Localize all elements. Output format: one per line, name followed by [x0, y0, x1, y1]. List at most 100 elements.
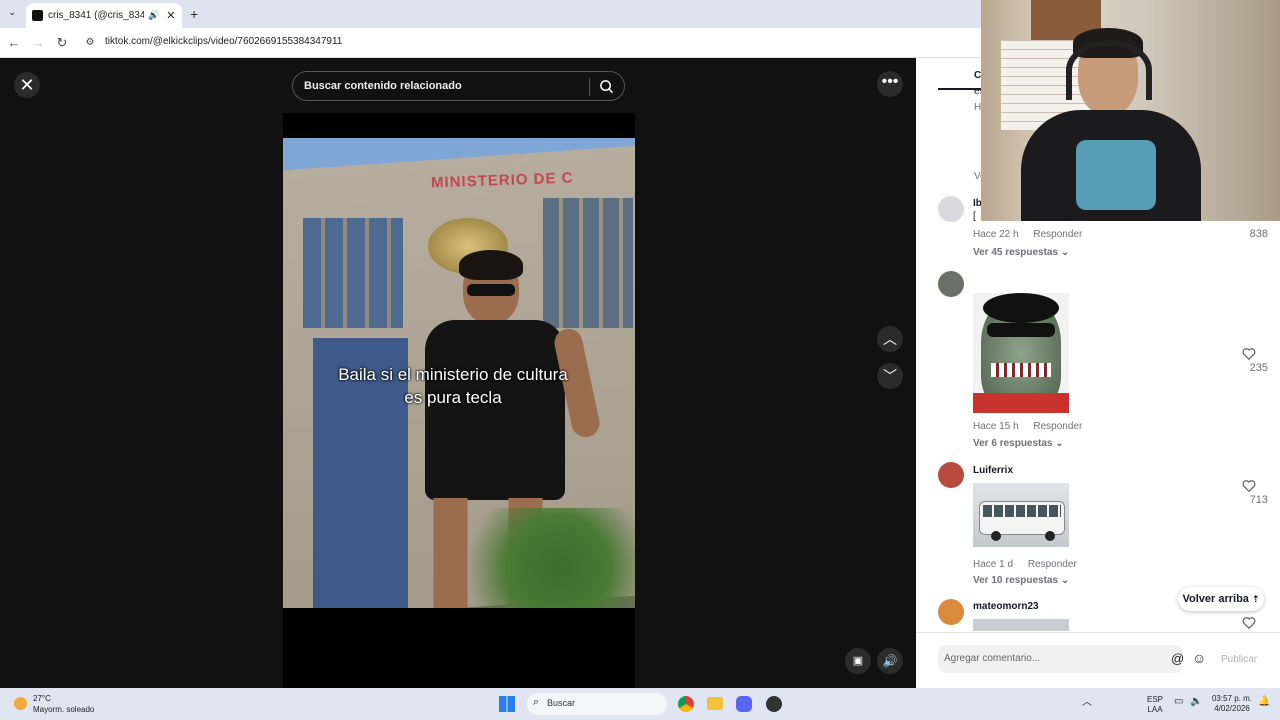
site-info-icon[interactable]: ⚙	[82, 37, 98, 48]
back-to-top-label: Volver arriba	[1182, 593, 1249, 605]
view-replies-button[interactable]: Ver 10 respuestas ⌄	[973, 575, 1069, 586]
sticker-shirt	[973, 393, 1069, 413]
view-replies-button[interactable]: Ver 6 respuestas ⌄	[973, 438, 1064, 449]
search-icon: ⌕	[533, 696, 540, 708]
weather-description[interactable]: Mayorm. soleado	[33, 705, 94, 714]
avatar[interactable]	[938, 271, 964, 297]
comment-item: Luiferrix Hace 1 d Responder 713 Ver 10 …	[938, 462, 1268, 587]
arrow-up-icon: ⇡	[1251, 594, 1260, 604]
comment-text-fragment: [	[973, 211, 976, 222]
reply-button[interactable]: Responder	[1028, 559, 1077, 570]
plants	[443, 508, 635, 608]
reply-button[interactable]: Responder	[1033, 229, 1082, 240]
comment-time: Hace 22 h	[973, 229, 1019, 240]
bus-wheel	[1045, 531, 1055, 541]
heart-icon[interactable]	[1242, 347, 1256, 361]
previous-video-icon[interactable]: ︿	[877, 326, 903, 352]
sticker-image[interactable]	[973, 293, 1069, 413]
taskbar-search[interactable]: ⌕ Buscar	[527, 693, 667, 715]
discord-icon[interactable]	[736, 696, 752, 712]
avatar[interactable]	[938, 196, 964, 222]
view-replies-label: Ver 6 respuestas	[973, 438, 1053, 449]
back-icon[interactable]: ←	[6, 35, 22, 50]
notification-icon[interactable]: 🔔	[1258, 697, 1270, 707]
heart-icon[interactable]	[1242, 479, 1256, 493]
file-explorer-icon[interactable]	[707, 697, 723, 710]
view-replies-button[interactable]: Ver 45 respuestas ⌄	[973, 247, 1069, 258]
more-options-icon[interactable]: •••	[877, 71, 903, 97]
video[interactable]: MINISTERIO DE C Baila si el ministerio d…	[283, 138, 635, 608]
chevron-down-icon: ⌄	[1060, 575, 1070, 586]
sticker-glasses	[987, 323, 1055, 337]
video-player-area: ✕ Buscar contenido relacionado ••• MINIS…	[0, 58, 916, 688]
clock-date: 4/02/2026	[1214, 704, 1250, 713]
webcam-overlay	[981, 0, 1280, 221]
caption-line-1: Baila si el ministerio de cultura	[338, 365, 568, 384]
sticker-hair	[983, 293, 1059, 323]
speaker-icon[interactable]: 🔊	[148, 10, 159, 21]
comment-meta: Hace 1 d Responder	[973, 559, 1089, 570]
avatar[interactable]	[938, 599, 964, 625]
next-video-icon[interactable]: ﹀	[877, 363, 903, 389]
search-divider	[589, 78, 590, 96]
chevron-down-icon: ⌄	[1060, 247, 1070, 258]
comment-image-partial[interactable]	[973, 619, 1069, 631]
heart-icon[interactable]	[1242, 616, 1256, 630]
volume-icon[interactable]: 🔊	[877, 648, 903, 674]
miniplayer-icon[interactable]: ▣	[845, 648, 871, 674]
keyboard-layout: LAA	[1147, 705, 1163, 714]
tray-chevron-icon[interactable]: ︿	[1082, 698, 1092, 708]
related-search-input[interactable]: Buscar contenido relacionado	[292, 71, 625, 101]
sticker-teeth	[991, 363, 1051, 377]
bus-windows	[983, 505, 1061, 517]
caption-line-2: es pura tecla	[404, 388, 502, 407]
reply-button[interactable]: Responder	[1033, 421, 1082, 432]
tab-list-chevron-icon[interactable]: ⌄	[8, 7, 16, 18]
taskbar-search-label: Buscar	[547, 698, 576, 708]
forward-icon[interactable]: →	[30, 35, 46, 50]
tab-title: cris_8341 (@cris_8341) | Tik	[48, 10, 144, 21]
comment-meta: Hace 15 h Responder	[973, 421, 1094, 432]
building-windows-right	[543, 198, 633, 328]
browser-tab[interactable]: cris_8341 (@cris_8341) | Tik 🔊 ✕	[26, 3, 182, 28]
like-count: 838	[1249, 228, 1268, 240]
view-replies-label: Ver 45 respuestas	[973, 247, 1059, 258]
comment-time: Hace 1 d	[973, 559, 1014, 570]
view-replies-label: Ver 10 respuestas	[973, 575, 1059, 586]
person-hair	[459, 250, 523, 280]
comment-username[interactable]: Luiferrix	[973, 465, 1013, 476]
search-placeholder: Buscar contenido relacionado	[304, 80, 462, 92]
tiktok-favicon-icon	[32, 10, 43, 21]
emoji-icon[interactable]: ☺	[1192, 650, 1206, 666]
weather-temp[interactable]: 27°C	[33, 694, 51, 703]
reload-icon[interactable]: ↻	[54, 35, 70, 51]
start-icon[interactable]	[499, 696, 515, 712]
comment-username[interactable]: mateomorn23	[973, 601, 1039, 612]
clock[interactable]: 03:57 p. m. 4/02/2026	[1208, 694, 1256, 714]
comment-meta: Hace 22 h Responder	[973, 229, 1094, 240]
comment-item: Hace 15 h Responder 235 Ver 6 respuestas…	[938, 271, 1268, 456]
person-body	[425, 320, 565, 500]
like-count: 713	[1249, 494, 1268, 506]
mention-icon[interactable]: @	[1171, 651, 1184, 666]
chrome-icon[interactable]	[678, 696, 694, 712]
avatar[interactable]	[938, 462, 964, 488]
input-divider	[916, 632, 1280, 633]
weather-icon[interactable]	[14, 697, 27, 710]
close-button[interactable]: ✕	[14, 72, 40, 98]
bus-image[interactable]	[973, 483, 1069, 547]
publish-button[interactable]: Publicar	[1221, 654, 1257, 665]
close-tab-icon[interactable]: ✕	[166, 9, 175, 22]
volume-tray-icon[interactable]: 🔈	[1190, 697, 1202, 707]
video-caption: Baila si el ministerio de cultura es pur…	[283, 363, 623, 409]
comment-input[interactable]: Agregar comentario... @ ☺	[938, 645, 1206, 673]
url-field[interactable]: tiktok.com/@elkickclips/video/7602669155…	[105, 36, 342, 47]
obs-icon[interactable]	[766, 696, 782, 712]
back-to-top-button[interactable]: Volver arriba ⇡	[1178, 587, 1264, 611]
taskbar: 27°C Mayorm. soleado ⌕ Buscar ︿ ESP LAA …	[0, 688, 1280, 720]
search-icon[interactable]	[599, 79, 614, 94]
new-tab-button[interactable]: +	[190, 6, 198, 22]
headphones-icon	[1066, 40, 1152, 100]
language-indicator[interactable]: ESP LAA	[1144, 695, 1166, 715]
network-icon[interactable]: ▭	[1174, 697, 1183, 707]
